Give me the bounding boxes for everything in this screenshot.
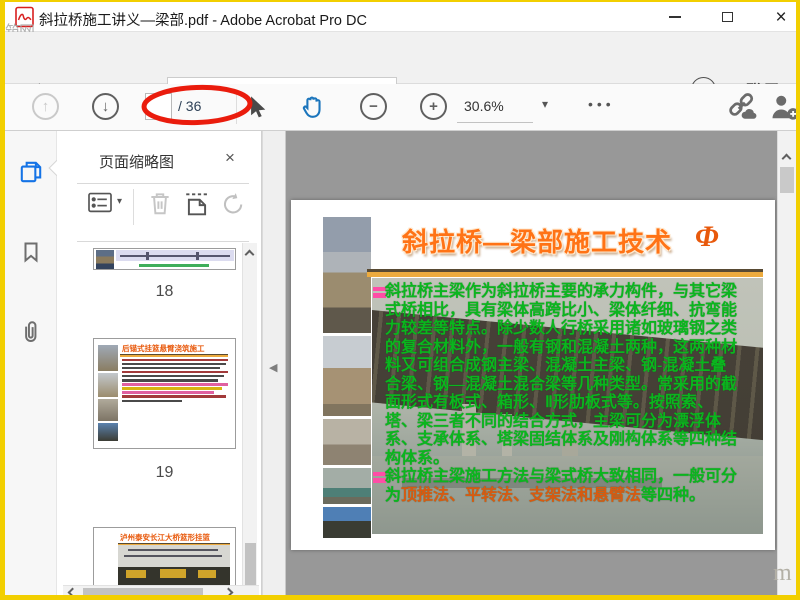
- pdf-page: 斜拉桥—梁部施工技术 Φ 斜拉桥主梁作为斜拉桥主要的承力构件，与其它梁式桥相比，…: [291, 200, 775, 550]
- paragraph-2-suffix: 等四种。: [641, 486, 706, 504]
- tab-strip: 主页 工具 斜拉桥施工讲义—... × ? 登录: [5, 32, 796, 114]
- zoom-underline: [457, 122, 533, 123]
- cursor-icon: [251, 96, 266, 118]
- zoom-out-button[interactable]: −: [360, 93, 387, 120]
- options-icon: [88, 192, 112, 213]
- minimize-icon: [669, 16, 681, 18]
- slide-paragraph-2: 斜拉桥主梁施工方法与梁式桥大致相同，一般可分为顶推法、平转法、支架法和悬臂法等四…: [385, 468, 741, 505]
- thumb19-slide-title: 后锚式挂篮悬臂浇筑施工: [122, 344, 205, 353]
- minimize-button[interactable]: [660, 6, 690, 28]
- panel-close-icon[interactable]: ×: [225, 148, 235, 168]
- chevron-down-icon[interactable]: ▾: [542, 97, 548, 111]
- maximize-button[interactable]: [712, 6, 742, 28]
- next-page-button[interactable]: ↓: [92, 93, 119, 120]
- slide-logo: Φ: [695, 220, 719, 253]
- rotate-pages-button[interactable]: [220, 192, 244, 223]
- navigation-rail: [5, 131, 57, 595]
- thumb19-photo-strip: [98, 345, 118, 443]
- panel-divider: ◀: [262, 131, 286, 595]
- collapse-panel-icon[interactable]: ◀: [269, 361, 277, 374]
- thumbnail-page-18[interactable]: [93, 248, 236, 270]
- attachments-rail-button[interactable]: [15, 316, 47, 348]
- slide-photo-column: [323, 217, 371, 541]
- select-tool-button[interactable]: [245, 94, 269, 120]
- thumbnail-label-19[interactable]: 19: [93, 464, 236, 482]
- zoom-level-value[interactable]: 30.6%: [464, 98, 504, 114]
- thumbnails-panel: 页面缩略图 × ▾ 18 后锚式挂篮悬臂浇筑施工 19 泸州泰安长江大桥篮形挂篮: [57, 131, 262, 595]
- slide-title: 斜拉桥—梁部施工技术: [401, 227, 672, 257]
- close-button[interactable]: ×: [766, 6, 796, 28]
- arrow-down-icon: ↓: [101, 98, 110, 115]
- title-bar: 斜拉桥施工讲义—梁部.pdf - Adobe Acrobat Pro DC ×: [5, 2, 796, 32]
- panel-horizontal-scrollbar[interactable]: [63, 585, 259, 595]
- plus-icon: +: [429, 98, 438, 115]
- main-toolbar: ↑ ↓ / 36 − + 30.6% ▾ •••: [5, 84, 796, 131]
- chevron-down-icon: ▾: [117, 196, 123, 207]
- thumbnail-label-18[interactable]: 18: [93, 283, 236, 301]
- hand-tool-button[interactable]: [299, 93, 327, 121]
- person-plus-icon: [772, 95, 796, 120]
- page-total-label: / 36: [178, 98, 202, 114]
- delete-pages-button[interactable]: [147, 190, 173, 222]
- panel-vertical-scrollbar[interactable]: [242, 243, 257, 595]
- hand-icon: [302, 96, 321, 118]
- thumb18-caption-line: [139, 264, 209, 267]
- arrow-up-icon: ↑: [41, 98, 50, 115]
- thumb20-slide-title: 泸州泰安长江大桥篮形挂篮: [120, 533, 210, 542]
- share-people-button[interactable]: [770, 93, 800, 121]
- close-icon: ×: [775, 6, 787, 28]
- maximize-icon: [721, 12, 733, 22]
- scroll-right-icon[interactable]: [223, 587, 234, 595]
- scroll-left-icon[interactable]: [67, 587, 78, 595]
- thumb18-photo: [96, 250, 114, 269]
- thumbnail-page-20[interactable]: 泸州泰安长江大桥篮形挂篮: [93, 527, 236, 587]
- panel-hscrollbar-thumb[interactable]: [83, 588, 203, 595]
- insert-pages-button[interactable]: [183, 190, 211, 222]
- paperclip-icon: [25, 321, 37, 342]
- thumb20-main-photo: [118, 545, 230, 586]
- paragraph-2-highlight: 顶推法、平转法、支架法和悬臂法: [401, 486, 642, 504]
- page-number-input[interactable]: [145, 93, 172, 120]
- insert-pages-icon: [186, 193, 208, 216]
- watermark-bottom-right: m: [773, 560, 792, 586]
- thumbnail-page-19[interactable]: 后锚式挂篮悬臂浇筑施工: [93, 338, 236, 449]
- panel-title: 页面缩略图: [99, 154, 175, 171]
- cloud-icon: [741, 109, 757, 119]
- bookmark-icon: [24, 242, 38, 263]
- title-rule-gold: [367, 272, 763, 277]
- minus-icon: −: [369, 98, 378, 115]
- toolbar-separator: [236, 90, 237, 124]
- document-vertical-scrollbar[interactable]: [777, 131, 796, 595]
- rotate-icon: [223, 193, 243, 214]
- scroll-up-icon[interactable]: [244, 249, 255, 260]
- page-thumbnails-rail-button[interactable]: [15, 156, 47, 188]
- previous-page-button[interactable]: ↑: [32, 93, 59, 120]
- share-link-button[interactable]: [727, 93, 759, 121]
- panel-scrollbar-thumb[interactable]: [245, 543, 256, 585]
- window-title: 斜拉桥施工讲义—梁部.pdf - Adobe Acrobat Pro DC: [39, 13, 367, 29]
- thumb18-diagram: [116, 250, 234, 261]
- document-view[interactable]: 斜拉桥—梁部施工技术 Φ 斜拉桥主梁作为斜拉桥主要的承力构件，与其它梁式桥相比，…: [286, 131, 777, 595]
- bookmarks-rail-button[interactable]: [15, 236, 47, 268]
- more-tools-button[interactable]: •••: [588, 96, 615, 112]
- slide-paragraph-1: 斜拉桥主梁作为斜拉桥主要的承力构件，与其它梁式桥相比，具有梁体高跨比小、梁体纤细…: [385, 283, 738, 467]
- document-scrollbar-thumb[interactable]: [780, 167, 794, 193]
- trash-icon: [151, 193, 169, 215]
- scroll-up-icon[interactable]: [781, 153, 792, 164]
- thumbnail-options-button[interactable]: ▾: [87, 192, 122, 219]
- zoom-in-button[interactable]: +: [420, 93, 447, 120]
- thumb20-photo: [98, 534, 116, 586]
- pages-icon: [20, 161, 42, 183]
- acrobat-window: 斜拉桥施工讲义—梁部.pdf - Adobe Acrobat Pro DC × …: [0, 0, 800, 600]
- thumb19-text-block: [122, 357, 232, 404]
